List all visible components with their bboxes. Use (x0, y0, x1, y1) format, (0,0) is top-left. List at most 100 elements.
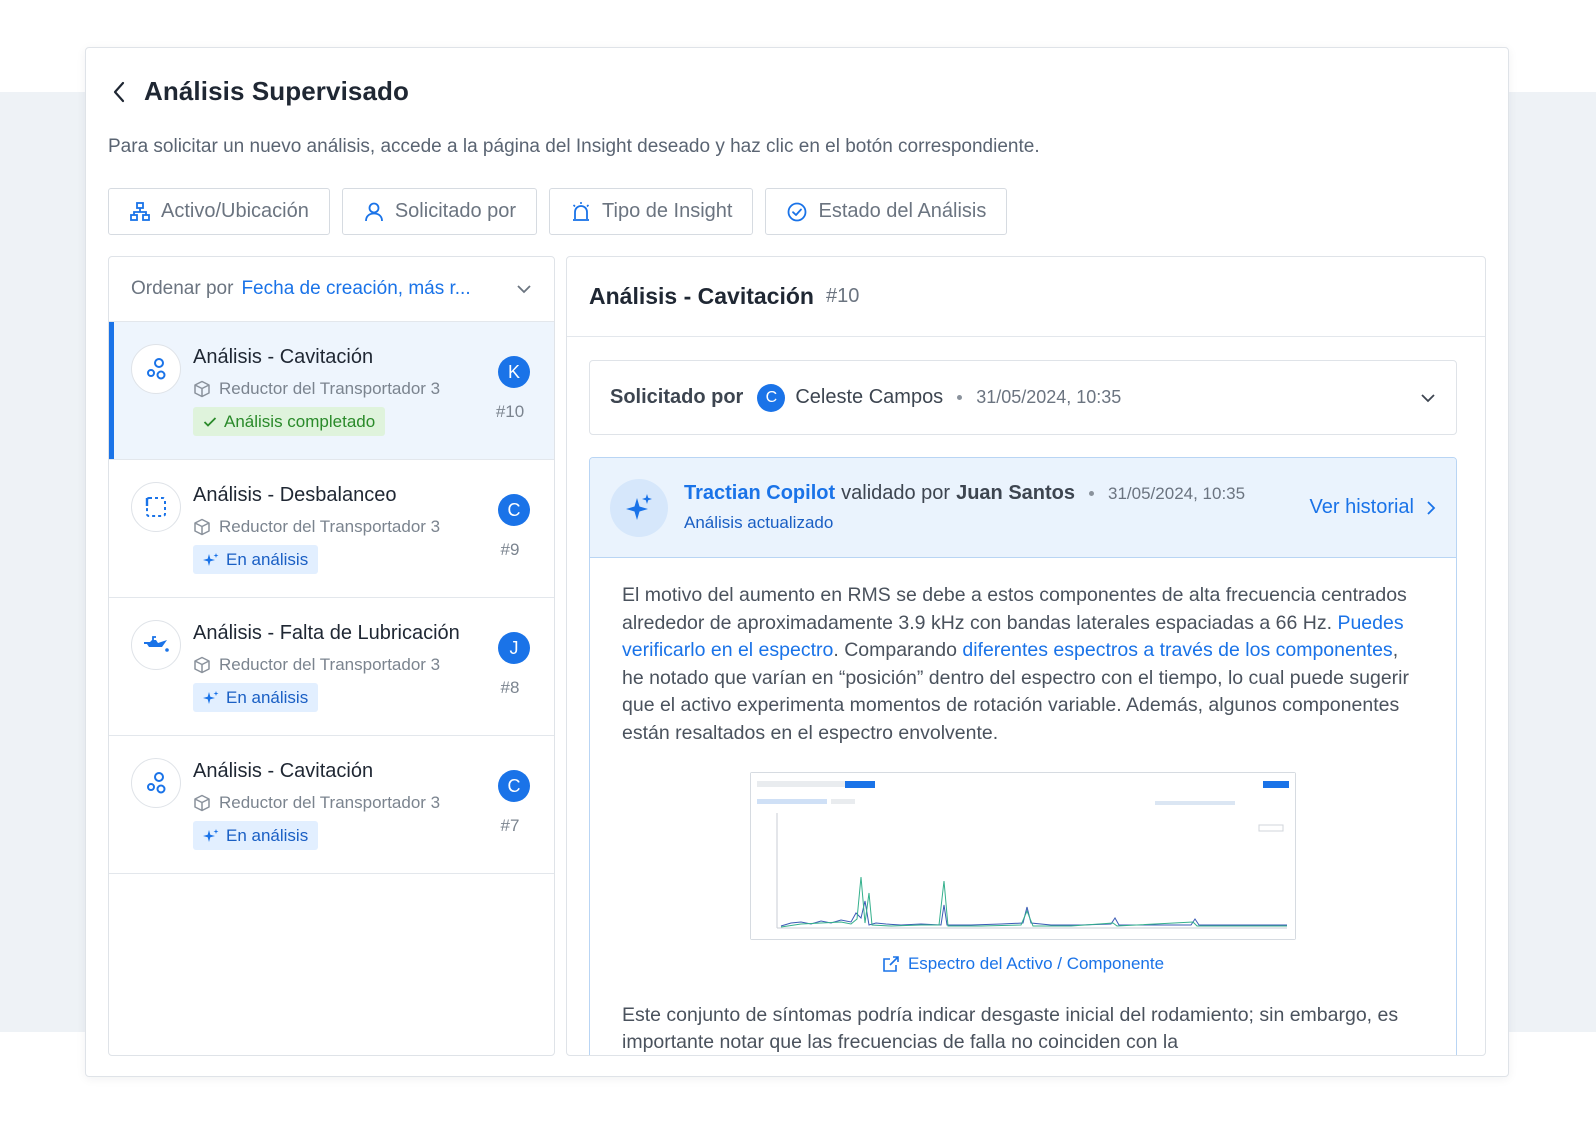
filter-insight-type-button[interactable]: Tipo de Insight (549, 188, 754, 235)
requester-name: Celeste Campos (795, 386, 944, 408)
cube-icon (194, 656, 210, 674)
requested-by-accordion[interactable]: Solicitado por C Celeste Campos 31/05/20… (589, 360, 1457, 435)
analysis-list-panel: Ordenar por Fecha de creación, más r... … (108, 256, 555, 1056)
sparkle-icon (203, 552, 219, 566)
history-label: Ver historial (1309, 496, 1415, 518)
list-item[interactable]: Análisis - Desbalanceo Reductor del Tran… (109, 460, 554, 598)
copilot-sparkle-icon (610, 478, 668, 537)
spectrum-image (751, 773, 1295, 939)
filter-requested-by-button[interactable]: Solicitado por (341, 188, 538, 235)
copilot-analysis-card: Tractian Copilot validado por Juan Santo… (589, 457, 1457, 1055)
filter-label: Activo/Ubicación (161, 200, 309, 222)
text-segment: El motivo del aumento en RMS se debe a e… (622, 584, 1407, 634)
item-title: Análisis - Cavitación (193, 760, 374, 782)
filter-label: Tipo de Insight (602, 200, 733, 222)
detail-number: #10 (825, 285, 860, 307)
avatar: C (757, 383, 786, 412)
detail-title: Análisis - Cavitación (589, 283, 814, 309)
list-item[interactable]: Análisis - Falta de Lubricación Reductor… (109, 598, 554, 736)
back-arrow-icon[interactable] (108, 81, 130, 103)
status-badge: En análisis (193, 545, 319, 574)
status-badge: En análisis (193, 821, 319, 850)
item-asset: Reductor del Transportador 3 (193, 793, 440, 813)
sort-dropdown[interactable]: Ordenar por Fecha de creación, más r... (109, 257, 554, 322)
list-item[interactable]: Análisis - Cavitación Reductor del Trans… (109, 736, 554, 874)
asset-name: Reductor del Transportador 3 (219, 655, 441, 674)
item-title: Análisis - Falta de Lubricación (193, 622, 460, 644)
copilot-date: 31/05/2024, 10:35 (1108, 483, 1246, 503)
cube-icon (194, 794, 210, 812)
avatar: K (498, 356, 530, 388)
avatar: J (498, 632, 530, 664)
item-title: Análisis - Desbalanceo (193, 484, 397, 506)
copilot-line: Tractian Copilot validado por Juan Santo… (684, 482, 1310, 505)
external-link-icon (883, 955, 899, 972)
chevron-right-icon (1427, 500, 1436, 515)
requested-date: 31/05/2024, 10:35 (976, 387, 1122, 407)
sparkle-icon (203, 690, 219, 704)
cube-icon (194, 380, 210, 398)
status-badge: Análisis completado (193, 407, 386, 436)
status-badge: En análisis (193, 683, 319, 712)
separator-dot (957, 395, 963, 400)
item-asset: Reductor del Transportador 3 (193, 379, 440, 399)
asset-name: Reductor del Transportador 3 (219, 379, 441, 398)
filter-asset-location-button[interactable]: Activo/Ubicación (108, 188, 330, 235)
sparkle-icon (203, 828, 219, 842)
separator-dot (1089, 491, 1095, 496)
chevron-down-icon (1421, 393, 1435, 402)
validator-name: Juan Santos (956, 482, 1076, 504)
list-item[interactable]: Análisis - Cavitación Reductor del Trans… (109, 322, 554, 460)
page-header: Análisis Supervisado (108, 76, 409, 107)
sort-value: Fecha de creación, más r... (241, 278, 471, 299)
caption-text: Espectro del Activo / Componente (907, 954, 1165, 973)
item-title: Análisis - Cavitación (193, 346, 374, 368)
filter-label: Solicitado por (394, 200, 517, 222)
status-text: Análisis completado (224, 411, 376, 431)
analysis-text: El motivo del aumento en RMS se debe a e… (590, 558, 1456, 1055)
copilot-header: Tractian Copilot validado por Juan Santo… (590, 458, 1456, 558)
status-text: En análisis (226, 549, 309, 569)
hierarchy-icon (130, 201, 150, 221)
oil-can-icon (131, 620, 181, 670)
asset-name: Reductor del Transportador 3 (219, 793, 441, 812)
cube-icon (194, 518, 210, 536)
status-text: En análisis (226, 687, 309, 707)
page-subtitle: Para solicitar un nuevo análisis, accede… (108, 136, 1040, 157)
sort-label: Ordenar por (131, 278, 234, 299)
unbalance-icon (131, 482, 181, 532)
item-number: #10 (495, 402, 525, 421)
requested-label: Solicitado por (610, 386, 744, 408)
bubbles-icon (131, 344, 181, 394)
item-number: #7 (500, 816, 520, 835)
item-number: #8 (500, 678, 520, 697)
text-segment: . Comparando (833, 639, 963, 661)
spectrum-caption-link[interactable]: Espectro del Activo / Componente (622, 950, 1424, 978)
analysis-paragraph: Este conjunto de síntomas podría indicar… (622, 1003, 1399, 1054)
analysis-detail-panel: Análisis - Cavitación #10 Solicitado por… (566, 256, 1486, 1056)
validated-by-text: validado por (841, 482, 951, 504)
view-history-link[interactable]: Ver historial (1310, 496, 1437, 519)
check-circle-icon (788, 202, 807, 221)
filter-bar: Activo/Ubicación Solicitado por Tipo de … (108, 188, 1008, 235)
copilot-brand[interactable]: Tractian Copilot (684, 482, 835, 505)
spectrum-thumbnail[interactable] (750, 772, 1296, 940)
filter-analysis-status-button[interactable]: Estado del Análisis (765, 188, 1008, 235)
item-asset: Reductor del Transportador 3 (193, 655, 440, 675)
bubbles-icon (131, 758, 181, 808)
detail-header: Análisis - Cavitación #10 (567, 257, 1485, 337)
avatar: C (498, 494, 530, 526)
copilot-info: Tractian Copilot validado por Juan Santo… (684, 482, 1310, 533)
filter-label: Estado del Análisis (818, 200, 987, 222)
copilot-status: Análisis actualizado (684, 513, 834, 532)
asset-name: Reductor del Transportador 3 (219, 517, 441, 536)
alarm-icon (572, 201, 590, 221)
status-text: En análisis (226, 825, 309, 845)
check-icon (203, 416, 217, 427)
page-title: Análisis Supervisado (144, 76, 409, 106)
supervised-analysis-window: Análisis Supervisado Para solicitar un n… (85, 47, 1509, 1077)
chevron-down-icon (517, 285, 531, 294)
item-asset: Reductor del Transportador 3 (193, 517, 440, 537)
compare-spectra-link[interactable]: diferentes espectros a través de los com… (962, 639, 1392, 661)
user-icon (364, 202, 383, 221)
